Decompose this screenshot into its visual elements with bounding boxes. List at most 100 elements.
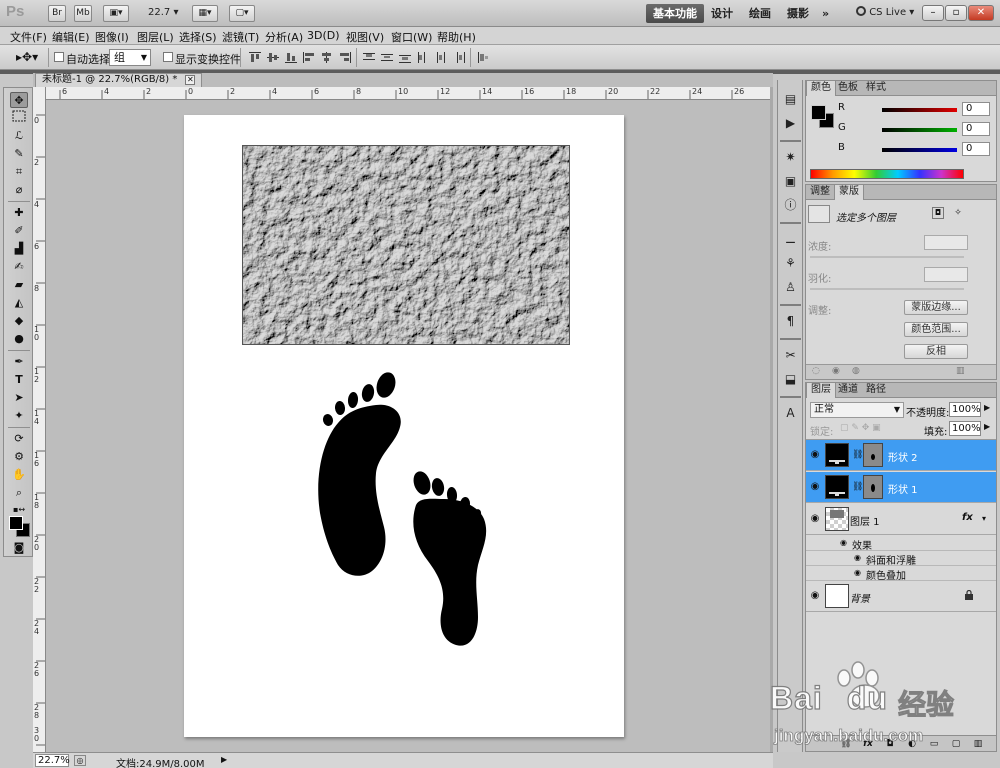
disable-mask-icon[interactable]: ◍ bbox=[852, 366, 860, 376]
minimize-button[interactable]: – bbox=[922, 5, 944, 21]
close-tab-icon[interactable]: ✕ bbox=[185, 75, 196, 85]
document-tab[interactable]: 未标题-1 @ 22.7%(RGB/8) * ✕ bbox=[35, 73, 203, 87]
document-canvas[interactable] bbox=[184, 115, 624, 737]
feather-slider[interactable] bbox=[810, 288, 964, 290]
move-tool-preset-icon[interactable]: ▸✥▾ bbox=[16, 51, 38, 64]
red-channel-field[interactable]: 0 bbox=[962, 102, 990, 116]
align-bottom-icon[interactable] bbox=[284, 51, 298, 64]
visibility-eye-icon[interactable]: ◉ bbox=[809, 481, 821, 493]
cs-live-button[interactable]: CS Live ▾ bbox=[856, 6, 914, 18]
menu-layer[interactable]: 图层(L) bbox=[137, 29, 174, 45]
visibility-eye-icon[interactable]: ◉ bbox=[809, 590, 821, 602]
load-selection-icon[interactable]: ◌ bbox=[812, 366, 820, 376]
color-spectrum-ramp[interactable] bbox=[810, 169, 964, 179]
dodge-tool-icon[interactable]: ● bbox=[10, 331, 28, 347]
blue-channel-slider[interactable] bbox=[882, 148, 957, 152]
view-extras-button[interactable]: ▣▾ bbox=[103, 5, 129, 22]
vertical-ruler[interactable]: 0 2 4 6 8 1 0 1 2 1 4 1 6 1 8 2 0 2 2 2 … bbox=[33, 87, 46, 752]
tab-masks[interactable]: 蒙版 bbox=[834, 185, 864, 200]
layer-row-layer-1[interactable]: ◉ 图层 1 fx ▾ bbox=[806, 504, 996, 535]
distribute-bottom-icon[interactable] bbox=[398, 51, 412, 64]
bridge-button[interactable]: Br bbox=[48, 5, 66, 22]
auto-select-checkbox[interactable] bbox=[54, 52, 64, 62]
hand-tool-icon[interactable]: ✋ bbox=[10, 467, 28, 483]
mini-bridge-button[interactable]: Mb bbox=[74, 5, 92, 22]
auto-select-dropdown[interactable]: 组 ▼ bbox=[109, 49, 151, 66]
eraser-tool-icon[interactable]: ▰ bbox=[10, 277, 28, 293]
canvas-area[interactable] bbox=[46, 100, 770, 752]
3d-panel-icon[interactable]: ✷ bbox=[781, 148, 800, 166]
effect-row-color-overlay[interactable]: ◉ 颜色叠加 bbox=[806, 566, 996, 582]
distribute-top-icon[interactable] bbox=[362, 51, 376, 64]
effect-visibility-icon[interactable]: ◉ bbox=[854, 553, 861, 562]
align-left-icon[interactable] bbox=[302, 51, 316, 64]
distribute-vcenter-icon[interactable] bbox=[380, 51, 394, 64]
menu-analysis[interactable]: 分析(A) bbox=[265, 29, 303, 45]
density-slider[interactable] bbox=[810, 256, 964, 258]
marquee-tool-icon[interactable] bbox=[10, 110, 28, 126]
align-vcenter-icon[interactable] bbox=[266, 51, 280, 64]
info-panel-icon[interactable]: ⓘ bbox=[781, 196, 800, 214]
fill-arrow-icon[interactable]: ▶ bbox=[984, 422, 990, 431]
blur-tool-icon[interactable]: ◆ bbox=[10, 313, 28, 329]
footprints-shape[interactable] bbox=[304, 365, 504, 655]
move-tool-icon[interactable]: ✥ bbox=[10, 92, 28, 108]
status-menu-icon[interactable]: ◎ bbox=[74, 755, 86, 766]
apply-mask-icon[interactable]: ◉ bbox=[832, 366, 840, 376]
menu-edit[interactable]: 编辑(E) bbox=[52, 29, 90, 45]
tab-color[interactable]: 颜色 bbox=[806, 81, 836, 96]
visibility-eye-icon[interactable]: ◉ bbox=[809, 513, 821, 525]
maximize-button[interactable]: ▫ bbox=[945, 5, 967, 21]
lock-icons[interactable]: ▢ ✎ ✥ ▣ bbox=[840, 423, 881, 433]
opacity-arrow-icon[interactable]: ▶ bbox=[984, 403, 990, 412]
red-channel-slider[interactable] bbox=[882, 108, 957, 112]
history-panel-icon[interactable]: ▤ bbox=[781, 90, 800, 108]
auto-align-icon[interactable] bbox=[476, 51, 490, 64]
3d-orbit-tool-icon[interactable]: ⚙ bbox=[10, 449, 28, 465]
layer-effects-icon[interactable]: fx bbox=[962, 512, 973, 523]
lasso-tool-icon[interactable]: ℒ bbox=[10, 128, 28, 144]
opacity-field[interactable]: 100% bbox=[949, 402, 981, 417]
layer-row-background[interactable]: ◉ 背景 bbox=[806, 581, 996, 612]
pixel-mask-icon[interactable]: ◘ bbox=[932, 207, 944, 219]
delete-mask-icon[interactable]: ▥ bbox=[956, 366, 965, 376]
green-channel-slider[interactable] bbox=[882, 128, 957, 132]
history-brush-tool-icon[interactable]: ✍ bbox=[10, 259, 28, 275]
menu-view[interactable]: 视图(V) bbox=[346, 29, 384, 45]
effects-visibility-icon[interactable]: ◉ bbox=[840, 538, 847, 547]
paint-bucket-tool-icon[interactable]: ◭ bbox=[10, 295, 28, 311]
workspace-essentials[interactable]: 基本功能 bbox=[646, 4, 704, 23]
3d-rotate-tool-icon[interactable]: ⟳ bbox=[10, 431, 28, 447]
pen-tool-icon[interactable]: ✒ bbox=[10, 354, 28, 370]
menu-image[interactable]: 图像(I) bbox=[95, 29, 129, 45]
tab-channels[interactable]: 通道 bbox=[834, 383, 862, 398]
vector-mask-icon[interactable]: ✧ bbox=[952, 207, 964, 219]
close-button[interactable]: ✕ bbox=[968, 5, 994, 21]
brush-presets-icon[interactable]: ⚊ bbox=[781, 230, 800, 248]
status-arrow-icon[interactable]: ▶ bbox=[221, 755, 227, 764]
character-panel-icon[interactable]: A bbox=[781, 404, 800, 422]
visibility-eye-icon[interactable]: ◉ bbox=[809, 449, 821, 461]
effect-row-bevel-emboss[interactable]: ◉ 斜面和浮雕 bbox=[806, 551, 996, 567]
density-field[interactable] bbox=[924, 235, 968, 250]
effects-header-row[interactable]: ◉ 效果 bbox=[806, 536, 996, 552]
tab-layers[interactable]: 图层 bbox=[806, 383, 836, 398]
more-workspaces-button[interactable]: » bbox=[815, 4, 836, 23]
distribute-right-icon[interactable] bbox=[452, 51, 466, 64]
zoom-level[interactable]: 22.7 ▾ bbox=[148, 7, 178, 18]
align-top-icon[interactable] bbox=[248, 51, 262, 64]
layer-row-shape-1[interactable]: ◉ ⛓ 形状 1 bbox=[806, 472, 996, 503]
green-channel-field[interactable]: 0 bbox=[962, 122, 990, 136]
clone-stamp-tool-icon[interactable]: ▟ bbox=[10, 241, 28, 257]
align-right-icon[interactable] bbox=[338, 51, 352, 64]
layer-row-shape-2[interactable]: ◉ ⛓ 形状 2 bbox=[806, 440, 996, 471]
workspace-painting[interactable]: 绘画 bbox=[742, 4, 778, 23]
arrange-documents-button[interactable]: ▦▾ bbox=[192, 5, 218, 22]
effects-expand-icon[interactable]: ▾ bbox=[982, 514, 986, 523]
effect-visibility-icon[interactable]: ◉ bbox=[854, 568, 861, 577]
foreground-color-swatch[interactable] bbox=[9, 516, 23, 530]
zoom-field[interactable]: 22.7% bbox=[35, 754, 70, 767]
menu-3d[interactable]: 3D(D) bbox=[307, 29, 340, 42]
menu-help[interactable]: 帮助(H) bbox=[437, 29, 476, 45]
type-tool-icon[interactable]: T bbox=[10, 372, 28, 388]
